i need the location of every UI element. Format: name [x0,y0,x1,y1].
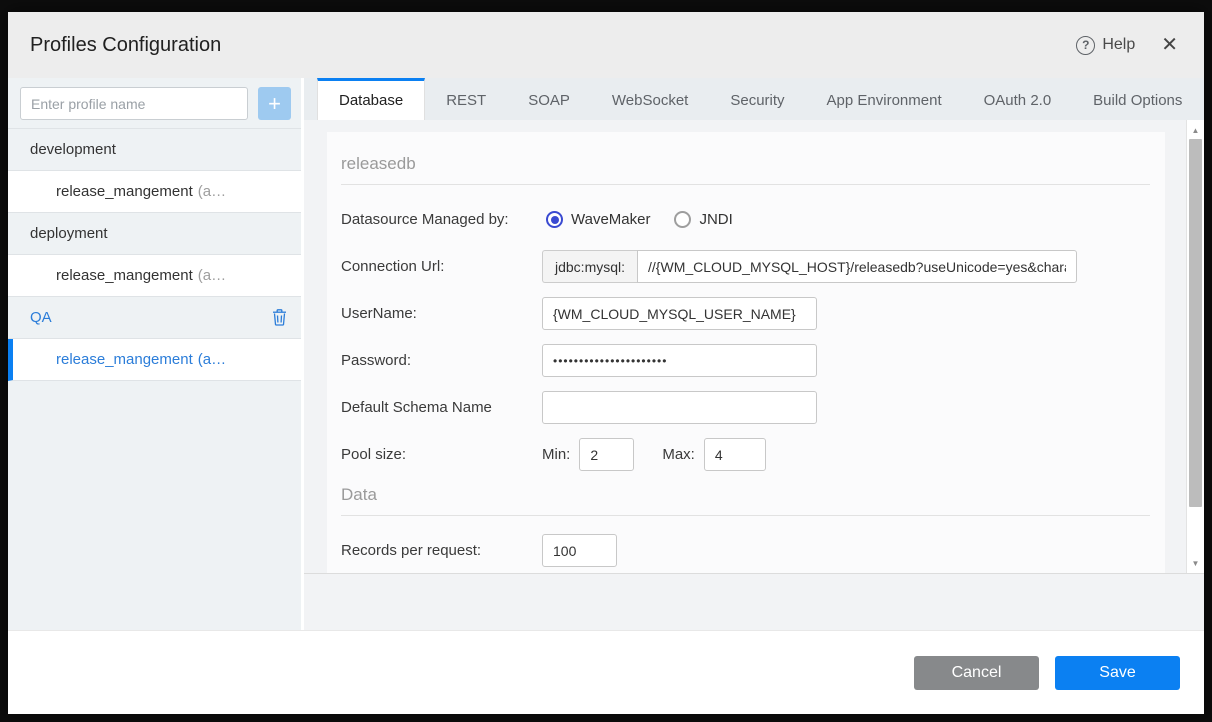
tab-database[interactable]: Database [317,78,426,120]
data-section-title: Data [341,485,377,504]
pool-max-input[interactable] [703,438,766,471]
tab-rest[interactable]: REST [425,78,507,120]
password-input[interactable] [542,344,817,377]
database-section-title: releasedb [341,154,416,173]
datasource-label: Datasource Managed by: [341,211,509,228]
panel-bottom-strip [304,573,1204,630]
sidebar-item-deployment[interactable]: deployment [8,213,301,255]
add-profile-button[interactable]: + [258,87,291,120]
vertical-scrollbar[interactable]: ▲ ▼ [1186,120,1204,573]
profiles-sidebar: + development release_mangement (a… depl… [8,78,304,630]
tab-app-environment[interactable]: App Environment [806,78,963,120]
tab-oauth[interactable]: OAuth 2.0 [963,78,1073,120]
delete-profile-icon[interactable] [272,309,287,326]
close-icon[interactable]: ✕ [1161,35,1178,55]
default-schema-row: Default Schema Name [341,391,1151,424]
profile-tabs: Database REST SOAP WebSocket Security Ap… [304,78,1204,120]
default-schema-input[interactable] [542,391,817,424]
sidebar-item-development[interactable]: development [8,129,301,171]
sidebar-item-release-mangement-dev[interactable]: release_mangement (a… [8,171,301,213]
profile-list: development release_mangement (a… deploy… [8,128,301,381]
help-label: Help [1102,36,1136,53]
profiles-configuration-dialog: Profiles Configuration ? Help ✕ + develo… [8,12,1204,714]
scrollbar-thumb[interactable] [1189,139,1202,507]
password-label: Password: [341,352,412,369]
username-label: UserName: [341,305,417,322]
pool-min-label: Min: [542,446,571,463]
pool-size-row: Pool size: Min: Max: [341,438,1151,471]
tab-websocket[interactable]: WebSocket [591,78,709,120]
help-button[interactable]: ? Help [1076,35,1136,55]
username-row: UserName: [341,297,1151,330]
username-input[interactable] [542,297,817,330]
records-per-request-label: Records per request: [341,542,482,559]
datasource-row: Datasource Managed by: WaveMaker JNDI [341,203,1151,236]
tab-security[interactable]: Security [709,78,805,120]
page-title: Profiles Configuration [30,33,222,56]
tab-build-options[interactable]: Build Options [1072,78,1203,120]
help-icon: ? [1076,35,1096,55]
radio-selected-icon [546,211,563,228]
pool-max-label: Max: [662,446,695,463]
connection-url-input[interactable] [637,250,1078,283]
password-row: Password: [341,344,1151,377]
sidebar-item-release-mangement-qa-selected[interactable]: release_mangement (a… [8,339,301,381]
sidebar-item-qa[interactable]: QA [8,297,301,339]
database-tab-panel: releasedb Datasource Managed by: WaveMak… [304,120,1204,630]
section-divider [341,184,1150,185]
scroll-up-icon[interactable]: ▲ [1187,122,1204,138]
database-form-card: releasedb Datasource Managed by: WaveMak… [327,132,1165,573]
connection-url-label: Connection Url: [341,258,445,275]
section-divider [341,515,1150,516]
dialog-header: Profiles Configuration ? Help ✕ [8,12,1204,78]
connection-url-row: Connection Url: jdbc:mysql: [341,250,1151,283]
radio-jndi[interactable]: JNDI [674,211,733,228]
radio-unselected-icon [674,211,692,228]
pool-size-label: Pool size: [341,446,407,463]
cancel-button[interactable]: Cancel [914,655,1039,690]
records-per-request-row: Records per request: [341,534,1151,567]
radio-wavemaker[interactable]: WaveMaker [546,211,650,228]
default-schema-label: Default Schema Name [341,399,492,416]
scroll-down-icon[interactable]: ▼ [1187,555,1204,571]
tab-soap[interactable]: SOAP [507,78,591,120]
sidebar-item-release-mangement-deploy[interactable]: release_mangement (a… [8,255,301,297]
dialog-footer: Cancel Save [8,630,1204,714]
jdbc-prefix-addon: jdbc:mysql: [542,250,638,283]
save-button[interactable]: Save [1055,655,1180,690]
profile-name-input[interactable] [20,87,248,120]
pool-min-input[interactable] [579,438,635,471]
records-per-request-input[interactable] [542,534,617,567]
